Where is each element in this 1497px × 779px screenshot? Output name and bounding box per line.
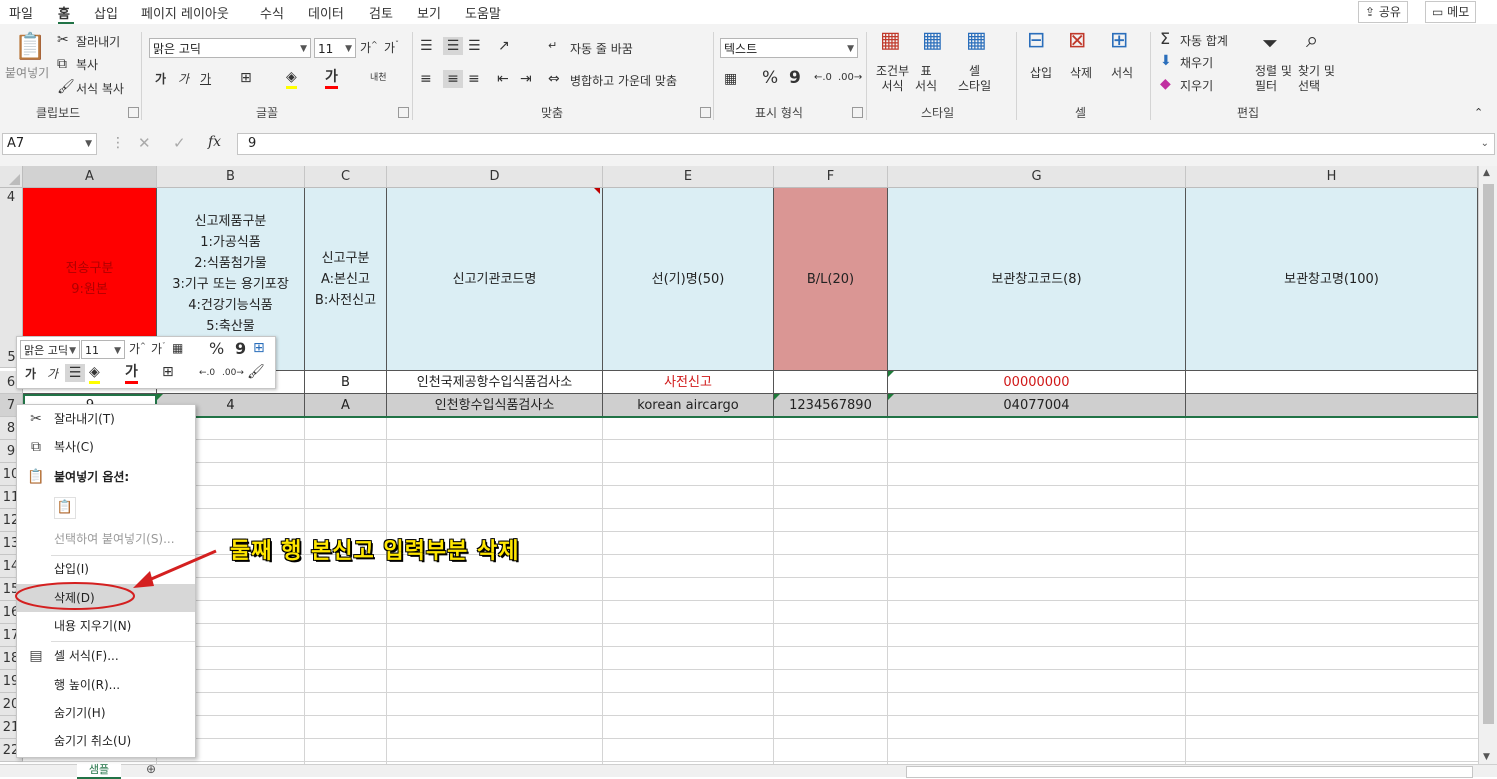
annotation-text: 둘째 행 본신고 입력부분 삭제: [230, 539, 520, 564]
annotation-arrow: [141, 549, 217, 585]
arrow-head-icon: [133, 571, 154, 588]
delete-highlight-ellipse: [15, 582, 135, 610]
annotation-overlay: [15, 549, 217, 610]
